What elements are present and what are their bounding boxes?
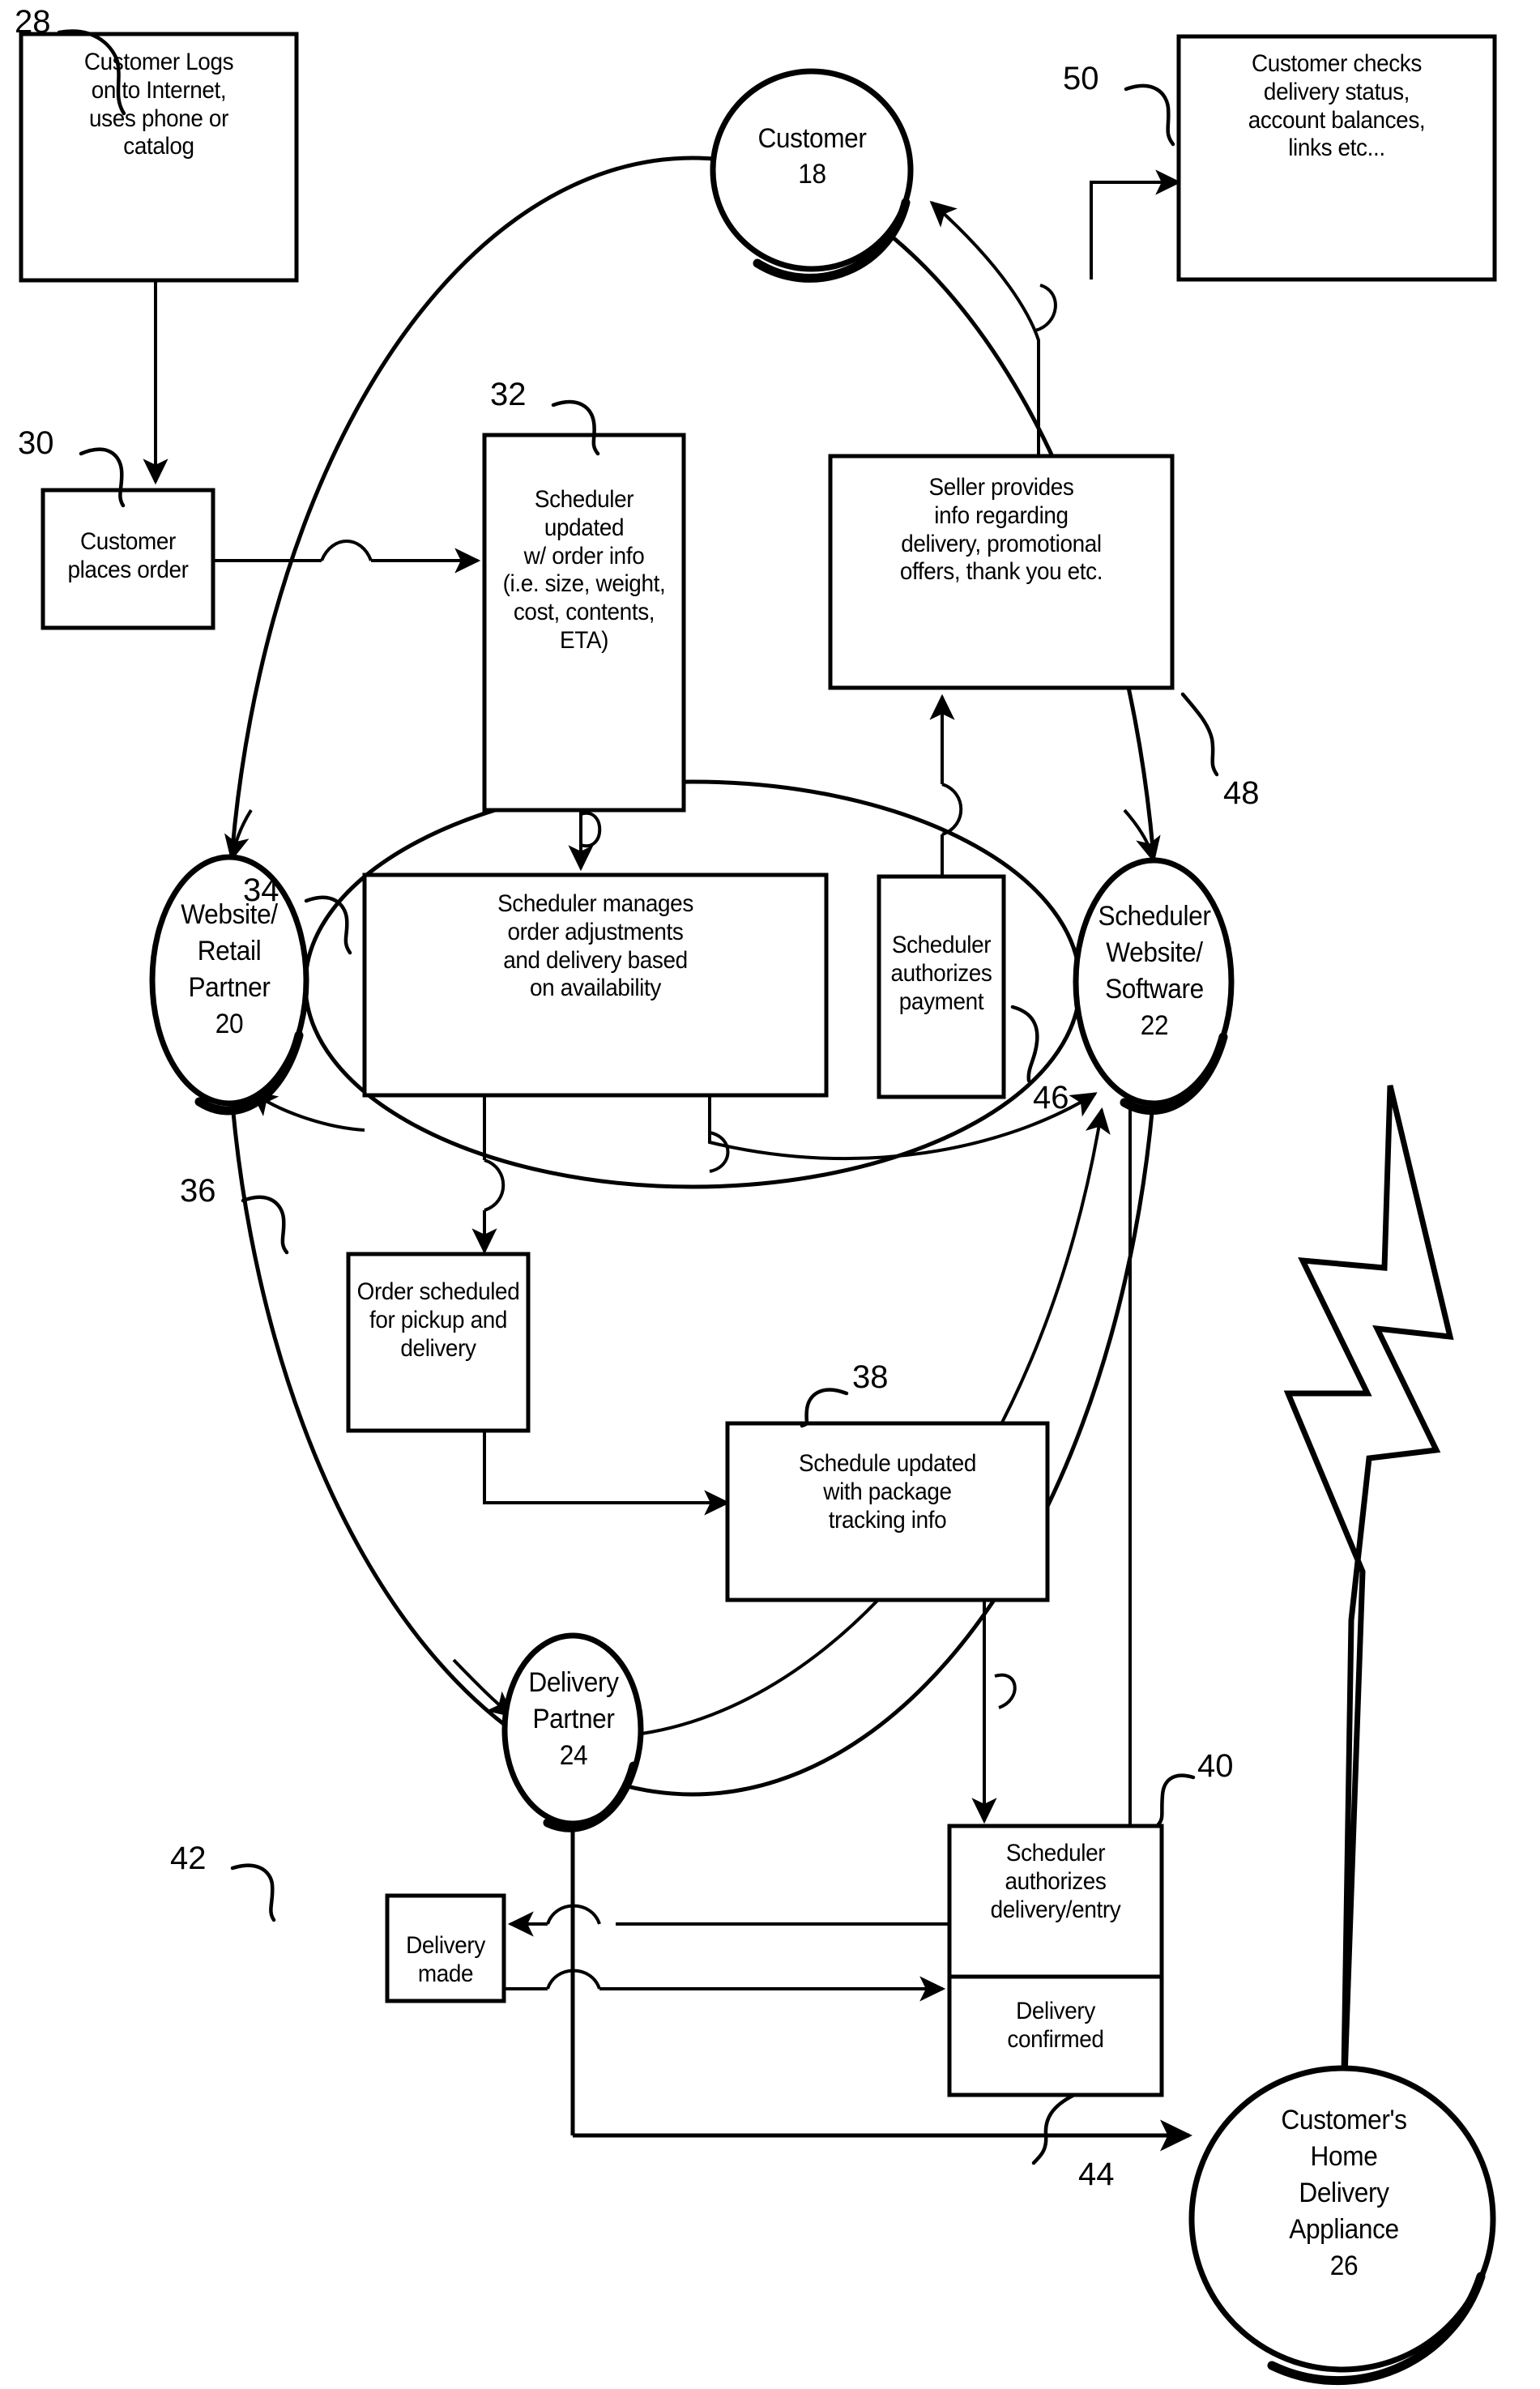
leader-38 [800,1388,849,1428]
node-ref-18: 18 [798,159,826,190]
wireless-lightning-bolt-icon [1283,1085,1454,2123]
link-48-to-18 [929,200,1040,456]
leader-44 [1031,2093,1077,2165]
box-label-38: Schedule updated with package tracking i… [798,1450,976,1534]
node-label-22-l3: Software [1105,974,1204,1005]
ref-numeral-46: 46 [1033,1080,1069,1116]
node-label-26-l4: Appliance [1289,2214,1399,2245]
node-ref-22: 22 [1140,1010,1169,1041]
node-ref-24: 24 [559,1740,588,1771]
node-label-26-l3: Delivery [1299,2178,1389,2208]
ref-numeral-38: 38 [852,1359,889,1395]
box-label-34: Scheduler manages order adjustments and … [497,890,693,1002]
box-label-48: Seller provides info regarding delivery,… [899,474,1103,586]
patent-figure: Customer 18 Website/ Retail Partner 20 S… [0,0,1540,2389]
link-36-to-38 [483,1430,731,1516]
node-label-20-l3: Partner [188,972,271,1003]
ref-numeral-34: 34 [243,872,279,908]
ref-numeral-42: 42 [170,1841,207,1876]
ref-numeral-28: 28 [15,4,51,40]
box-label-44: Delivery confirmed [1007,1998,1104,2053]
leader-48 [1180,692,1219,777]
diagram-lines [19,29,1497,2386]
link-32-to-34-hop [580,811,602,848]
node-label-24-l2: Partner [532,1704,615,1734]
ref-numeral-40: 40 [1197,1748,1234,1784]
box-label-40: Scheduler authorizes delivery/entry [990,1840,1121,1923]
ref-numeral-32: 32 [490,377,527,412]
node-label-22-l2: Website/ [1106,937,1203,968]
link-30-to-32-hop [320,540,373,561]
leader-42 [230,1863,276,1922]
box-label-42: Delivery made [406,1932,485,1987]
link-48-to-18-hop [1034,284,1057,332]
node-label-20-l2: Retail [197,936,262,966]
link-34-to-36-hop [484,1158,506,1212]
node-label-24-l1: Delivery [528,1667,619,1698]
leader-50 [1124,83,1175,147]
box-label-36: Order scheduled for pickup and delivery [356,1278,520,1362]
link-34-to-20 [250,1090,365,1132]
leader-40 [1156,1773,1196,1827]
link-34-bottom-hop [709,1131,730,1173]
node-label-18: Customer [757,123,867,154]
link-to-50 [1090,169,1182,279]
node-label-26-l1: Customer's [1281,2105,1407,2135]
box-label-30: Customer places order [67,528,189,583]
box-label-46: Scheduler authorizes payment [890,932,992,1015]
ref-numeral-48: 48 [1223,775,1260,811]
ref-numeral-50: 50 [1063,61,1099,96]
link-24-to-22-hop [994,1673,1017,1709]
box-label-28: Customer Logs on to Internet, uses phone… [83,49,234,160]
node-ref-26: 26 [1329,2250,1359,2281]
link-46-to-48-hop [941,783,963,836]
leader-46 [1010,1005,1039,1083]
node-label-26-l2: Home [1310,2141,1378,2172]
ref-numeral-44: 44 [1078,2156,1115,2192]
ref-numeral-36: 36 [180,1173,216,1209]
box-label-50: Customer checks delivery status, account… [1248,50,1426,162]
ref-numeral-30: 30 [18,425,54,461]
node-label-20-l1: Website/ [181,899,278,930]
box-label-32: Scheduler updated w/ order info (i.e. si… [502,486,666,654]
node-label-22-l1: Scheduler [1098,901,1211,932]
node-ref-20: 20 [215,1009,244,1039]
